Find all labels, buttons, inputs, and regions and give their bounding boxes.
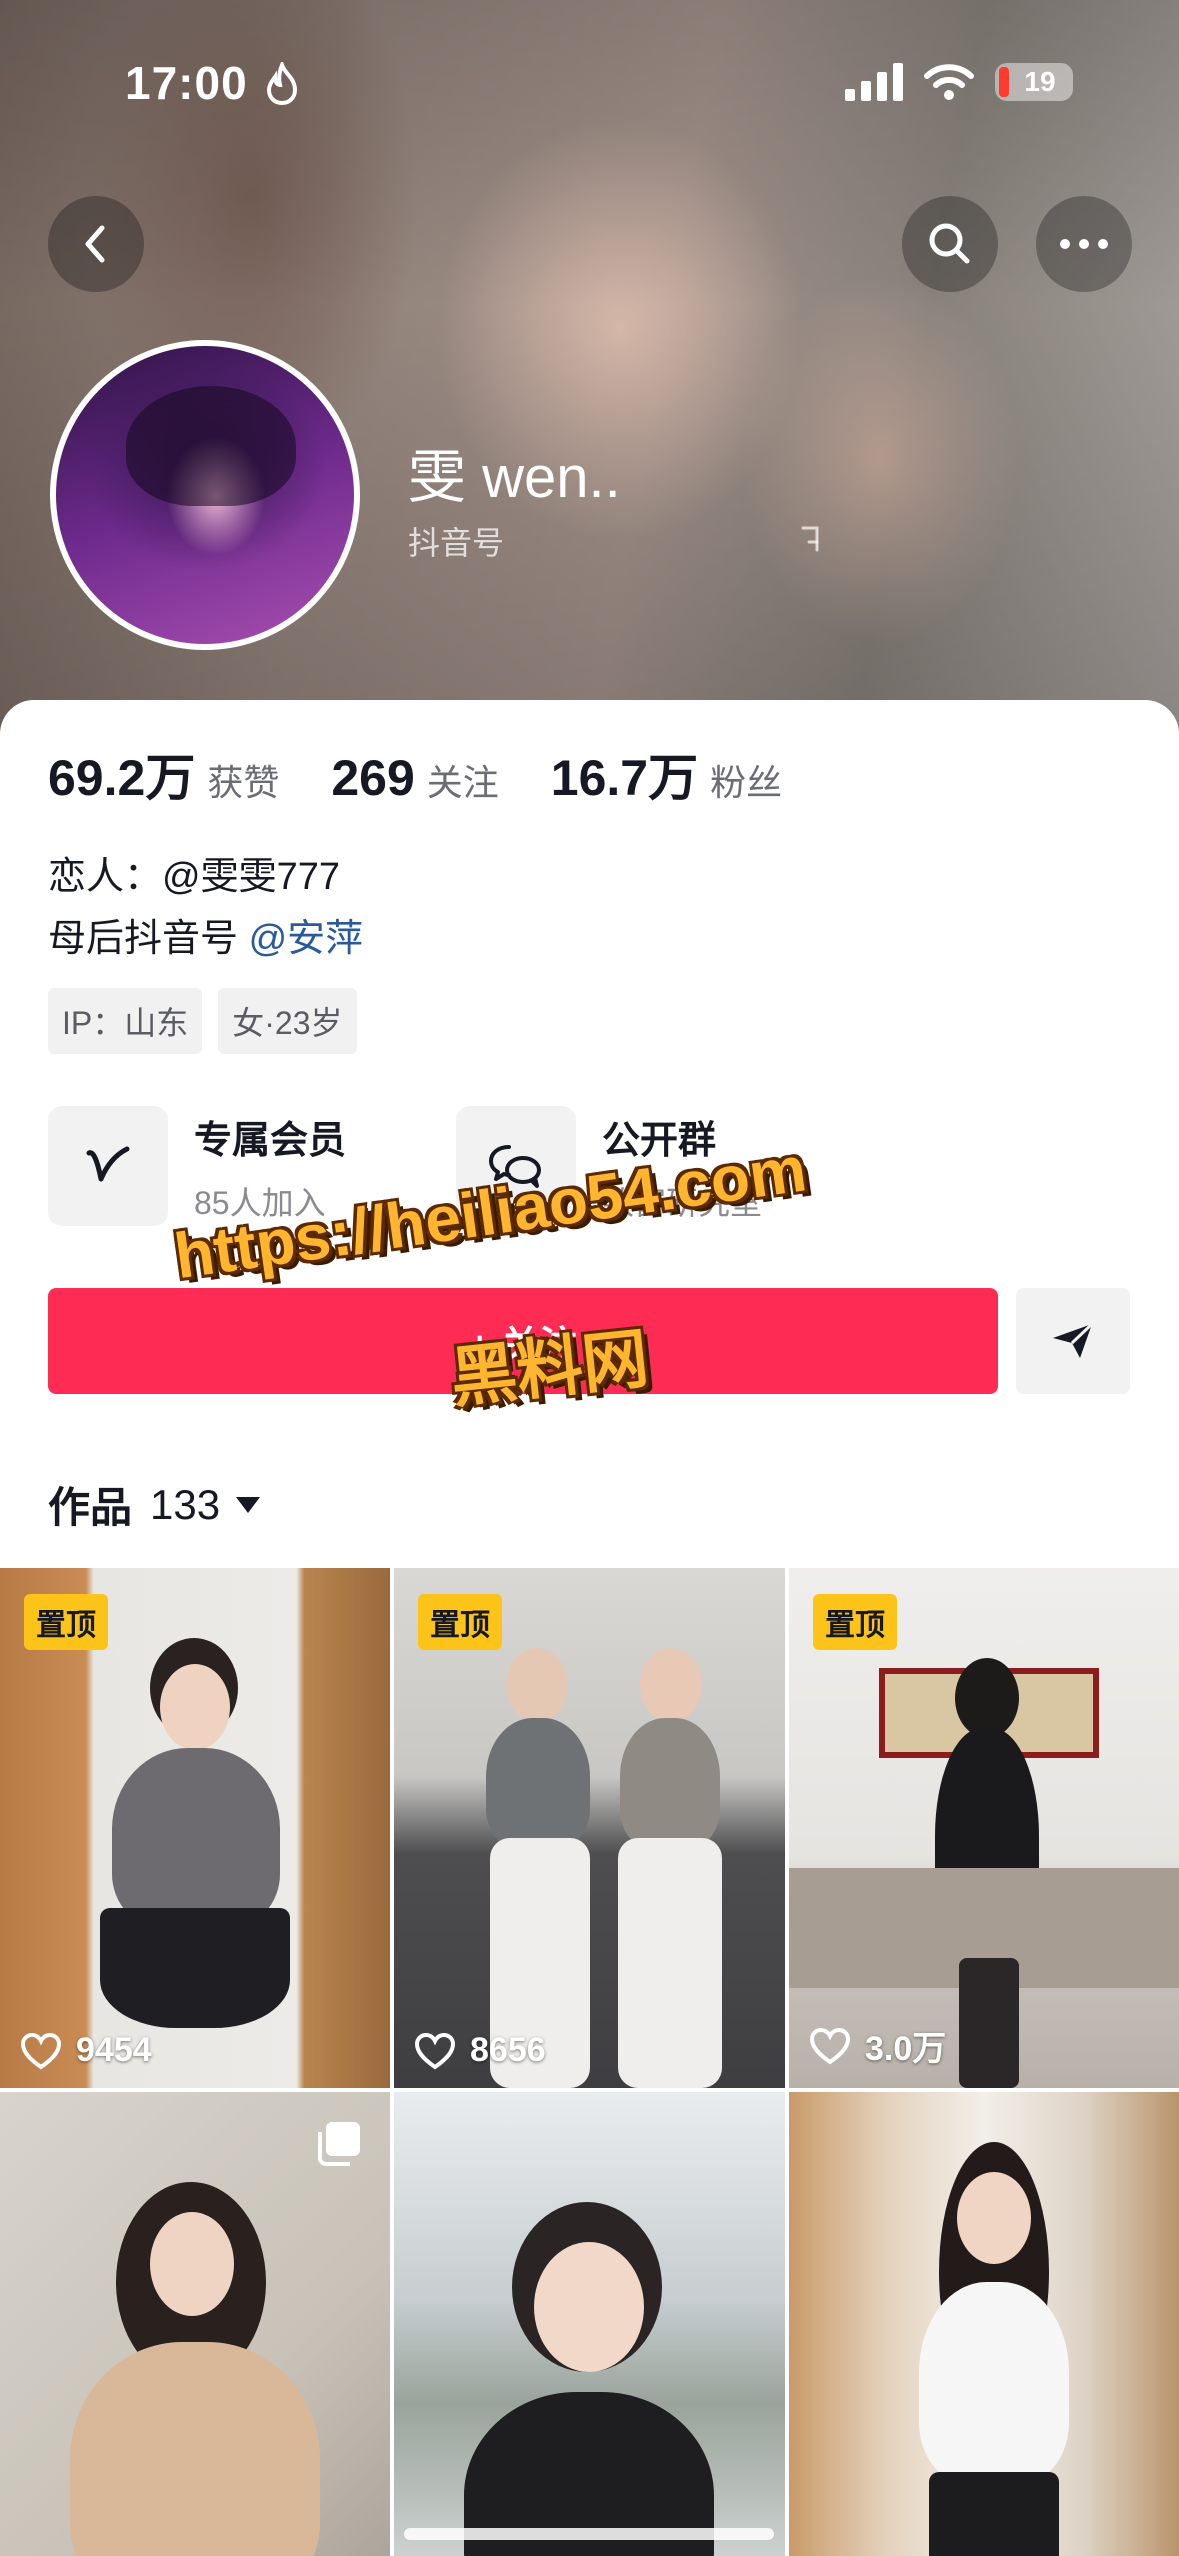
like-count: 3.0万 xyxy=(809,2021,946,2070)
membership-title: 专属会员 xyxy=(194,1119,347,1162)
pinned-badge: 置顶 xyxy=(24,1594,108,1650)
group-icon-box xyxy=(456,1106,576,1226)
more-button[interactable] xyxy=(1036,196,1132,292)
signal-icon xyxy=(845,63,903,101)
heart-icon xyxy=(20,2032,62,2069)
video-thumbnail[interactable] xyxy=(0,2092,390,2556)
stat-followers[interactable]: 16.7万 粉丝 xyxy=(551,738,782,810)
stat-likes[interactable]: 69.2万 获赞 xyxy=(48,738,279,810)
home-indicator xyxy=(404,2528,774,2540)
like-count: 8656 xyxy=(414,2031,546,2070)
stat-likes-label: 获赞 xyxy=(207,762,280,803)
thumbnail-figure xyxy=(506,1648,568,1722)
heart-icon xyxy=(414,2032,456,2069)
pinned-badge: 置顶 xyxy=(813,1594,897,1650)
bio-mention-link[interactable]: @安萍 xyxy=(249,918,364,960)
thumbnail-figure xyxy=(620,1718,720,1848)
share-icon xyxy=(1053,1322,1094,1358)
like-count-value: 3.0万 xyxy=(865,2030,947,2068)
tag-gender-age: 女·23岁 xyxy=(218,988,357,1054)
tag-ip-location: IP：山东 xyxy=(48,988,203,1054)
stat-followers-label: 粉丝 xyxy=(710,762,783,803)
profile-name: 雯 wen.. xyxy=(408,445,621,510)
thumbnail-figure xyxy=(112,1748,280,1928)
follow-button[interactable]: + 关注 xyxy=(48,1288,998,1394)
bio-line-2-prefix: 母后抖音号 xyxy=(48,918,239,960)
exclusive-membership-entry[interactable]: 专属会员 85人加入 xyxy=(48,1106,346,1226)
back-icon xyxy=(85,225,105,263)
thumbnail-figure xyxy=(955,1658,1019,1738)
thumbnail-figure xyxy=(150,2212,234,2316)
profile-stats: 69.2万 获赞 269 关注 16.7万 粉丝 xyxy=(48,738,834,810)
group-subtitle: 致富研究室 xyxy=(602,1184,763,1221)
stat-following-label: 关注 xyxy=(426,762,499,803)
douyin-id-label: 抖音号 xyxy=(408,525,505,561)
stat-followers-value: 16.7万 xyxy=(550,750,699,806)
thumbnail-figure xyxy=(957,2172,1031,2264)
thumbnail-figure xyxy=(640,1648,702,1722)
thumbnail-figure xyxy=(486,1718,590,1848)
stat-following-value: 269 xyxy=(331,750,415,806)
video-grid: 置顶 9454 置顶 8656 置顶 3.0万 xyxy=(0,1568,1179,2556)
group-title: 公开群 xyxy=(602,1119,717,1162)
thumbnail-figure xyxy=(100,1908,290,2028)
like-count-value: 8656 xyxy=(470,2031,546,2069)
stat-following[interactable]: 269 关注 xyxy=(331,749,498,807)
video-thumbnail[interactable]: 置顶 3.0万 xyxy=(789,1568,1179,2088)
caret-down-icon xyxy=(236,1496,261,1513)
vip-icon xyxy=(86,1146,130,1182)
public-group-entry[interactable]: 公开群 致富研究室 xyxy=(456,1106,762,1226)
thumbnail-figure xyxy=(160,1664,230,1750)
video-thumbnail[interactable]: 置顶 8656 xyxy=(394,1568,785,2088)
thumbnail-figure xyxy=(959,1958,1019,2088)
thumbnail-figure xyxy=(618,1838,722,2088)
thumbnail-figure xyxy=(929,2472,1059,2556)
stat-likes-value: 69.2万 xyxy=(48,750,196,806)
more-icon xyxy=(1060,239,1108,249)
group-chat-icon xyxy=(489,1145,541,1188)
works-label: 作品 xyxy=(48,1484,133,1531)
share-button[interactable] xyxy=(1016,1288,1130,1394)
video-thumbnail[interactable] xyxy=(394,2092,785,2556)
heart-icon xyxy=(809,2027,851,2064)
thumbnail-figure xyxy=(70,2342,320,2556)
avatar[interactable] xyxy=(50,340,360,650)
thumbnail-figure xyxy=(534,2242,644,2372)
profile-tags: IP：山东 女·23岁 xyxy=(48,988,357,1054)
video-thumbnail[interactable]: 置顶 9454 xyxy=(0,1568,390,2088)
battery-level: 19 xyxy=(1024,66,1056,97)
bio-line-1: 恋人：@雯雯777 xyxy=(48,856,340,898)
works-tab[interactable]: 作品 133 xyxy=(48,1474,261,1535)
multi-photo-icon xyxy=(318,2122,360,2166)
membership-subtitle: 85人加入 xyxy=(194,1184,326,1221)
flame-icon xyxy=(266,62,298,106)
video-thumbnail[interactable] xyxy=(789,2092,1179,2556)
status-icons: 19 xyxy=(845,62,1073,102)
works-count: 133 xyxy=(150,1480,221,1528)
wifi-icon xyxy=(924,64,974,100)
bio-line-2: 母后抖音号 @安萍 xyxy=(48,908,363,970)
pinned-badge: 置顶 xyxy=(418,1594,502,1650)
back-button[interactable] xyxy=(48,196,144,292)
profile-bio: 恋人：@雯雯777 母后抖音号 @安萍 xyxy=(48,846,363,970)
like-count: 9454 xyxy=(20,2031,152,2070)
copy-icon[interactable] xyxy=(797,520,827,554)
status-time: 17:00 xyxy=(125,57,248,109)
thumbnail-figure xyxy=(919,2282,1069,2482)
like-count-value: 9454 xyxy=(76,2031,152,2069)
search-icon xyxy=(929,223,970,264)
search-button[interactable] xyxy=(902,196,998,292)
vip-icon-box xyxy=(48,1106,168,1226)
battery-indicator: 19 xyxy=(995,63,1073,101)
